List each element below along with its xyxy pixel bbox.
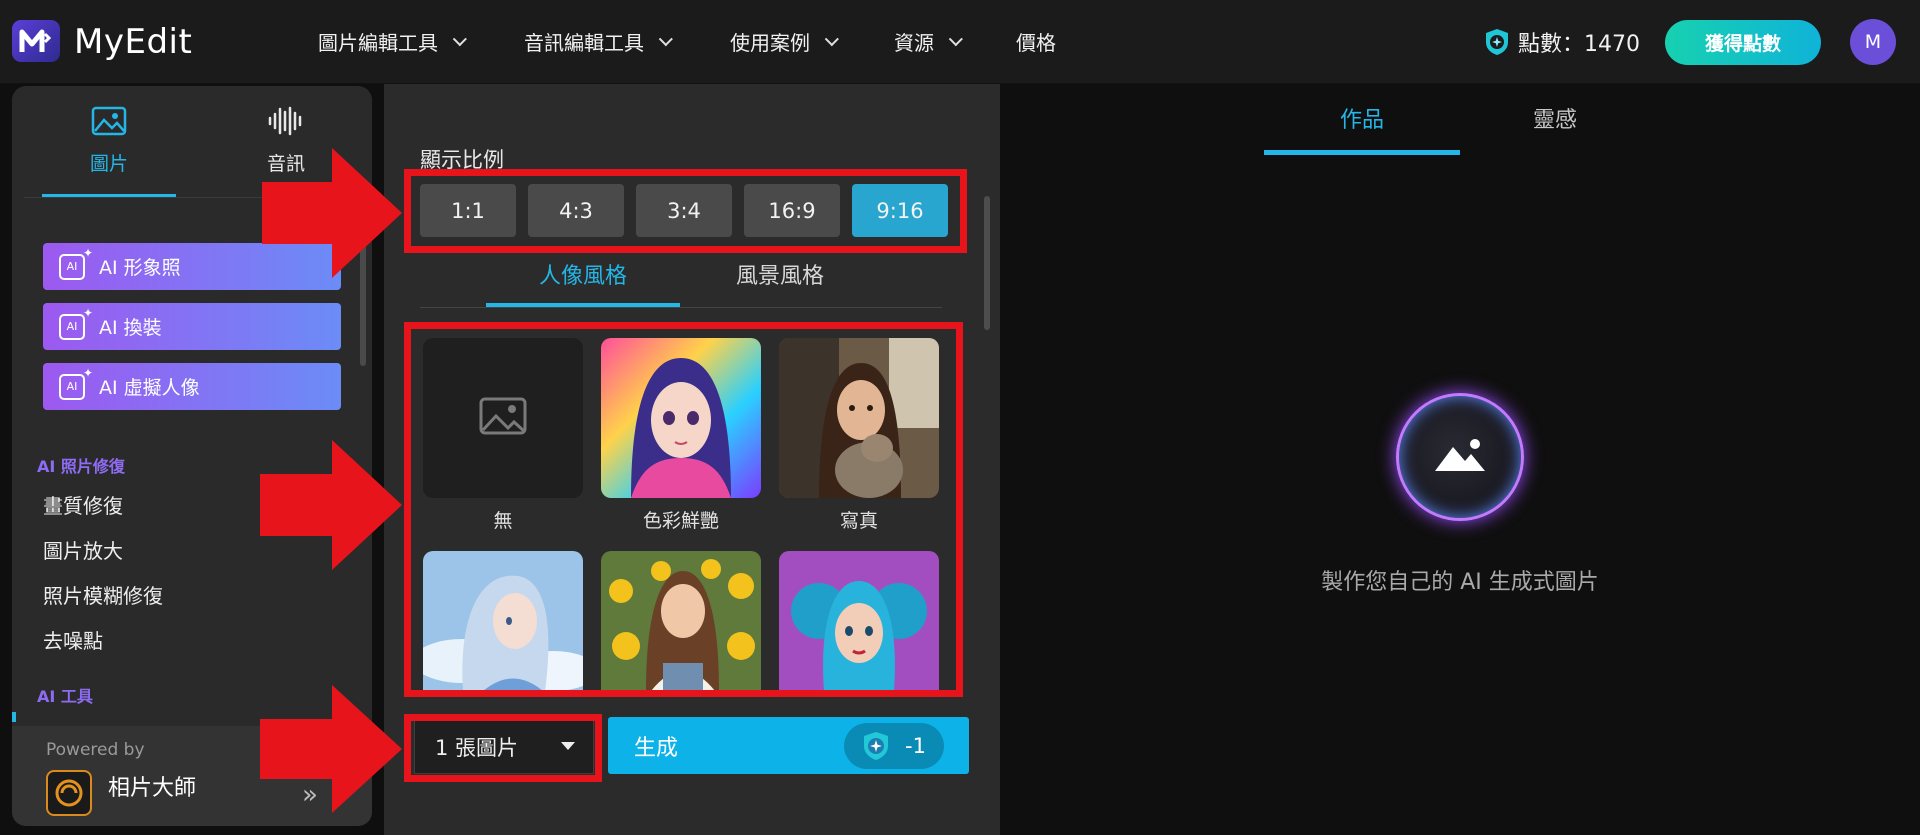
nav-image-tools[interactable]: 圖片編輯工具: [318, 27, 467, 56]
sidebar-tab-label: 圖片: [89, 153, 128, 175]
tab-inspiration[interactable]: 靈感: [1480, 102, 1630, 134]
empty-state-text: 製作您自己的 AI 生成式圖片: [1321, 570, 1599, 595]
nav-audio-tools[interactable]: 音訊編輯工具: [524, 27, 673, 56]
annotation-highlight-styles: [404, 322, 963, 697]
top-header: MyEdit 圖片編輯工具 音訊編輯工具 使用案例 資源 價格 點數：1470 …: [0, 0, 1920, 84]
active-tab-underline: [1264, 150, 1460, 155]
ai-button-label: AI 換裝: [99, 317, 162, 339]
sidebar-link-upscale[interactable]: 圖片放大: [43, 535, 123, 564]
tab-landscape-style[interactable]: 風景風格: [720, 258, 840, 298]
photodirector-logo-icon[interactable]: [46, 770, 92, 816]
nav-label: 音訊編輯工具: [524, 31, 644, 55]
generate-cost-value: -1: [905, 734, 926, 758]
ai-avatar-button[interactable]: AI AI 虛擬人像: [43, 363, 341, 410]
ai-outfit-button[interactable]: AI AI 換裝: [43, 303, 341, 350]
mountain-image-icon: [1433, 437, 1487, 477]
points-shield-icon: [861, 731, 891, 761]
chevron-down-icon: [824, 31, 839, 46]
ai-button-label: AI 虛擬人像: [99, 377, 200, 399]
nav-label: 圖片編輯工具: [318, 31, 438, 55]
sidebar-link-denoise[interactable]: 去噪點: [43, 625, 103, 654]
sidebar-tab-image[interactable]: 圖片: [42, 106, 176, 198]
sidebar-link-quality-fix[interactable]: 畫質修復: [43, 490, 123, 519]
get-points-button[interactable]: 獲得點數: [1665, 20, 1821, 65]
points-balance: 點數：1470: [1518, 32, 1640, 57]
section-label-ai-tools: AI 工具: [37, 687, 93, 706]
tab-portrait-style[interactable]: 人像風格: [486, 258, 680, 298]
tab-works[interactable]: 作品: [1264, 102, 1460, 134]
empty-state-orb: [1396, 393, 1524, 521]
points-shield-icon: [1484, 28, 1510, 56]
nav-resources[interactable]: 資源: [894, 27, 963, 56]
scroll-indicator: [12, 712, 16, 722]
annotation-highlight-ratios: [404, 169, 967, 253]
myedit-logo-icon[interactable]: [12, 20, 60, 62]
nav-label: 使用案例: [730, 31, 810, 55]
red-arrow-icon: [260, 685, 402, 813]
chevron-down-icon: [452, 31, 467, 46]
section-label-photo-fix: AI 照片修復: [37, 457, 125, 476]
nav-pricing[interactable]: 價格: [1016, 27, 1056, 56]
panel-scrollbar[interactable]: [984, 196, 990, 330]
ai-sparkle-icon: AI: [59, 246, 93, 280]
powered-by-name[interactable]: 相片大師: [108, 770, 196, 802]
waveform-icon: [267, 106, 305, 141]
red-arrow-icon: [260, 440, 402, 570]
nav-use-cases[interactable]: 使用案例: [730, 27, 839, 56]
red-arrow-icon: [262, 148, 402, 278]
nav-label: 資源: [894, 31, 934, 55]
logo-text[interactable]: MyEdit: [74, 22, 192, 62]
ai-button-label: AI 形象照: [99, 257, 181, 279]
image-icon: [91, 106, 127, 141]
ai-sparkle-icon: AI: [59, 366, 93, 400]
user-avatar[interactable]: M: [1850, 19, 1896, 65]
chevron-down-icon: [948, 31, 963, 46]
sidebar-link-deblur[interactable]: 照片模糊修復: [43, 580, 163, 609]
ai-sparkle-icon: AI: [59, 306, 93, 340]
generate-label: 生成: [634, 735, 679, 761]
nav-label: 價格: [1016, 31, 1056, 55]
divider: [420, 307, 942, 308]
powered-by-label: Powered by: [46, 740, 145, 760]
annotation-highlight-count: [404, 714, 602, 782]
chevron-down-icon: [658, 31, 673, 46]
generate-cost-pill: -1: [844, 723, 944, 769]
